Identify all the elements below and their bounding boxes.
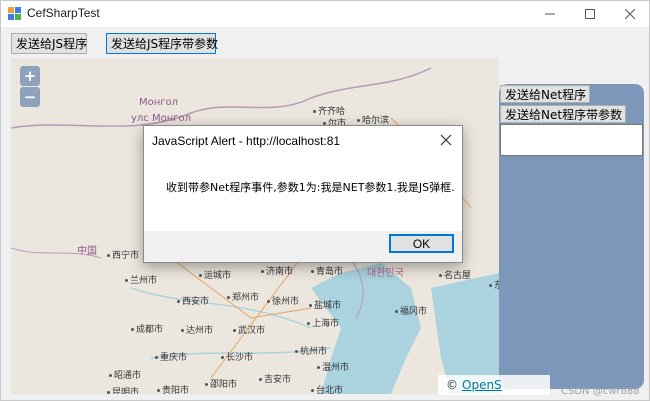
app-window: CefSharpTest 发送给JS程序 发送给JS程序带参数 + − Монг…	[0, 0, 650, 401]
city-label: 长沙市	[221, 350, 253, 363]
city-label: 贵阳市	[157, 383, 189, 394]
send-to-js-with-params-button[interactable]: 发送给JS程序带参数	[106, 33, 218, 54]
city-label: 吉安市	[259, 372, 291, 385]
region-label: 대한민국	[367, 268, 404, 279]
openstreetmap-link[interactable]: OpenS	[462, 378, 502, 392]
city-label: 东	[489, 278, 499, 291]
city-label: 上海市	[307, 316, 339, 329]
city-label: 盐城市	[309, 298, 341, 311]
city-label: 西安市	[177, 294, 209, 307]
dialog-body: 收到带参Net程序事件,参数1为:我是NET参数1.我是JS弹框.	[144, 156, 462, 231]
message-textbox[interactable]	[500, 124, 643, 156]
city-label: 邵阳市	[205, 377, 237, 390]
city-label: 兰州市	[125, 273, 157, 286]
city-label: 达州市	[181, 323, 213, 336]
send-to-net-button[interactable]: 发送给Net程序	[500, 85, 590, 103]
city-label: 济南市	[261, 264, 293, 277]
close-icon	[625, 9, 635, 19]
close-button[interactable]	[610, 1, 649, 27]
zoom-out-button[interactable]: −	[20, 87, 40, 107]
city-label: 福冈市	[395, 304, 427, 317]
maximize-icon	[585, 9, 595, 19]
city-label: 昭通市	[109, 368, 141, 381]
city-label: 台北市	[311, 383, 343, 394]
maximize-button[interactable]	[570, 1, 610, 27]
minimize-button[interactable]	[530, 1, 570, 27]
send-to-net-with-params-button[interactable]: 发送给Net程序带参数	[500, 105, 626, 123]
city-label: 重庆市	[155, 350, 187, 363]
city-label: 名古屋	[439, 268, 471, 281]
dialog-close-icon[interactable]	[438, 132, 454, 148]
region-label: улс Монгол	[131, 113, 192, 124]
region-label: Монгол	[139, 97, 179, 108]
copyright-symbol: ©	[446, 378, 458, 392]
city-label: 成都市	[131, 322, 163, 335]
city-label: 运城市	[199, 268, 231, 281]
city-label: 温州市	[317, 360, 349, 373]
region-label: 中国	[77, 246, 97, 257]
city-label: 徐州市	[267, 294, 299, 307]
city-label: 青岛市	[311, 264, 343, 277]
app-icon	[8, 7, 21, 20]
title-bar: CefSharpTest	[1, 1, 649, 27]
send-to-js-button[interactable]: 发送给JS程序	[11, 33, 87, 54]
city-label: 西宁市	[107, 248, 139, 261]
dialog-message: 收到带参Net程序事件,参数1为:我是NET参数1.我是JS弹框.	[166, 181, 455, 194]
watermark: CSDN @cwr888	[561, 386, 640, 397]
ok-button[interactable]: OK	[389, 234, 454, 253]
city-label: 郑州市	[227, 290, 259, 303]
minimize-icon	[545, 13, 555, 15]
javascript-alert-dialog: JavaScript Alert - http://localhost:81 收…	[143, 125, 463, 263]
dialog-title: JavaScript Alert - http://localhost:81	[152, 134, 341, 148]
city-label: 昆明市	[107, 385, 139, 394]
zoom-in-button[interactable]: +	[20, 66, 40, 86]
window-title: CefSharpTest	[27, 6, 100, 20]
dialog-title-bar: JavaScript Alert - http://localhost:81	[144, 126, 462, 156]
city-label: 杭州市	[295, 344, 327, 357]
map-attribution: © OpenS	[438, 375, 550, 395]
city-label: 武汉市	[233, 323, 265, 336]
